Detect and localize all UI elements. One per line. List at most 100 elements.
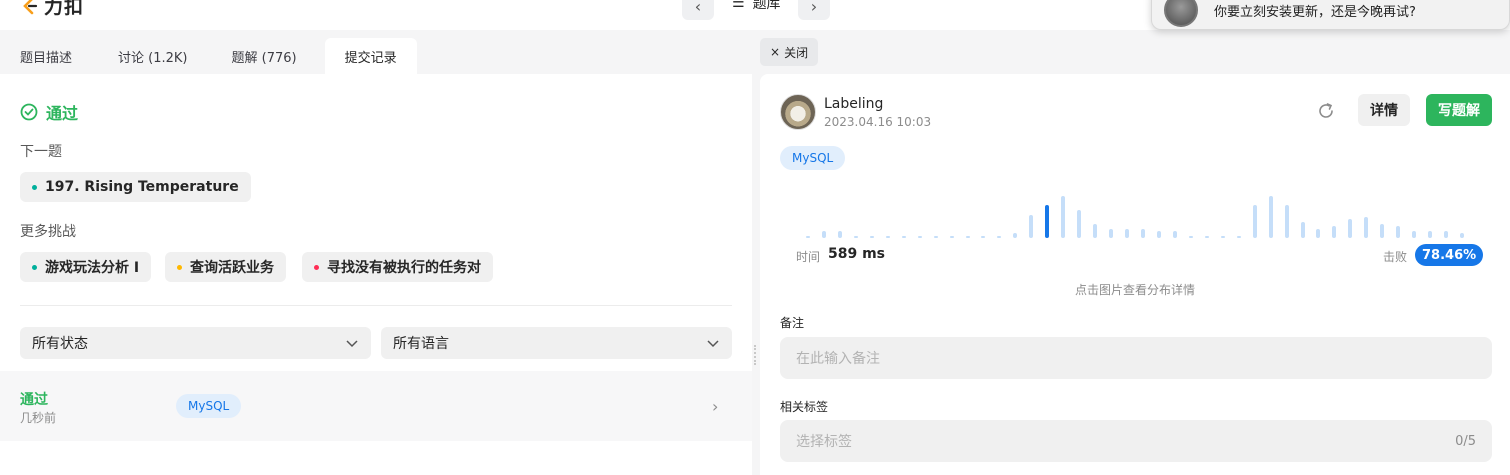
chart-bar (1460, 233, 1465, 238)
status-filter-select[interactable]: 所有状态 (20, 327, 371, 359)
chart-bar (1428, 231, 1433, 238)
chart-bar (1140, 228, 1145, 238)
chart-bar (1188, 235, 1193, 238)
chart-bar (1268, 196, 1273, 238)
chart-bar (1380, 224, 1385, 238)
difficulty-dot (314, 264, 319, 270)
chart-bar (1061, 196, 1066, 238)
chart-bar (1332, 226, 1337, 238)
check-circle-icon (20, 103, 38, 121)
chart-bar (917, 235, 922, 238)
close-button[interactable]: × 关闭 (760, 38, 819, 66)
challenge-chip[interactable]: 查询活跃业务 (165, 252, 286, 282)
logo-text: 力扣 (44, 0, 85, 18)
challenge-chip[interactable]: 寻找没有被执行的任务对 (302, 252, 493, 282)
chart-bar (1220, 235, 1225, 238)
runtime-label: 时间 (796, 250, 821, 264)
chart-bar (981, 235, 986, 238)
chart-bar (1109, 228, 1114, 238)
tags-count: 0/5 (1455, 433, 1476, 449)
list-icon: ☰ (732, 0, 745, 11)
close-label: 关闭 (784, 45, 809, 60)
next-problem-button[interactable]: › (798, 0, 830, 20)
chart-bar (1252, 205, 1257, 238)
submission-row[interactable]: 通过 几秒前 MySQL › (0, 371, 752, 441)
leetcode-logo-icon (23, 0, 38, 14)
submission-date: 2023.04.16 10:03 (824, 115, 932, 129)
chevron-left-icon: ‹ (694, 0, 702, 16)
tags-select[interactable]: 选择标签 0/5 (780, 420, 1492, 462)
chart-bar (1284, 205, 1289, 238)
tab-description[interactable]: 题目描述 (0, 38, 92, 74)
chart-bar (821, 231, 826, 238)
difficulty-dot (177, 264, 182, 270)
chart-bar (1172, 231, 1177, 238)
runtime-value: 589 ms (828, 246, 886, 262)
chart-bar (1412, 231, 1417, 238)
chart-bar (1316, 228, 1321, 238)
challenge-title: 查询活跃业务 (190, 260, 274, 276)
status-filter-value: 所有状态 (32, 336, 88, 352)
submission-panel: 通过 下一题 197. Rising Temperature 更多挑战 游戏玩法… (0, 74, 752, 475)
notification-text: 你要立刻安装更新，还是今晚再试? (1214, 5, 1416, 20)
chevron-right-icon: › (810, 0, 818, 16)
more-challenges-heading: 更多挑战 (20, 224, 76, 240)
chart-bar (1045, 205, 1050, 238)
panel-resize-handle[interactable] (754, 345, 756, 365)
note-label: 备注 (780, 316, 805, 330)
chart-bar (1348, 219, 1353, 238)
language-tag: MySQL (780, 146, 846, 170)
chart-bar (1013, 233, 1018, 238)
chart-bar (949, 235, 954, 238)
difficulty-dot (32, 184, 37, 190)
note-input[interactable]: 在此输入备注 (780, 337, 1492, 379)
chart-bar (1125, 228, 1130, 238)
chart-bar (1396, 226, 1401, 238)
chart-bar (885, 235, 890, 238)
difficulty-dot (32, 264, 37, 270)
language-filter-select[interactable]: 所有语言 (381, 327, 732, 359)
challenge-title: 游戏玩法分析 I (45, 260, 140, 276)
challenge-chip[interactable]: 游戏玩法分析 I (20, 252, 152, 282)
chevron-down-icon (707, 340, 719, 348)
chart-bar (933, 235, 938, 238)
chevron-right-icon: › (712, 397, 719, 416)
chart-bar (1300, 221, 1305, 238)
chart-bar (901, 235, 906, 238)
submission-time: 几秒前 (20, 411, 57, 425)
refresh-icon[interactable] (1315, 100, 1337, 122)
runtime-distribution-chart[interactable] (800, 192, 1470, 238)
accepted-status: 通过 (20, 100, 78, 124)
next-problem-title: 197. Rising Temperature (45, 179, 239, 195)
chart-bar (1236, 235, 1241, 238)
user-name[interactable]: Labeling (824, 96, 883, 112)
chart-bar (1156, 231, 1161, 238)
update-notification[interactable]: 你要立刻安装更新，还是今晚再试? (1151, 0, 1510, 30)
submission-status: 通过 (20, 392, 48, 408)
beats-label: 击败 (1383, 250, 1408, 264)
problem-tabs: 题目描述 讨论 (1.2K) 题解 (776) 提交记录 (0, 38, 752, 74)
accepted-label: 通过 (46, 104, 79, 123)
chart-bar (1077, 210, 1082, 238)
chart-bar (997, 235, 1002, 238)
problem-bank-link[interactable]: ☰ 题库 (732, 0, 781, 13)
chart-bar (837, 231, 842, 238)
tab-solutions[interactable]: 题解 (776) (212, 38, 325, 74)
avatar[interactable] (780, 94, 816, 130)
logo[interactable]: 力扣 (20, 0, 84, 19)
prev-problem-button[interactable]: ‹ (682, 0, 714, 20)
detail-button[interactable]: 详情 (1358, 94, 1410, 126)
tab-discussion[interactable]: 讨论 (1.2K) (92, 38, 211, 74)
tags-placeholder: 选择标签 (796, 434, 852, 450)
divider (20, 305, 732, 306)
chevron-down-icon (346, 340, 358, 348)
language-badge: MySQL (176, 394, 242, 418)
next-problem-chip[interactable]: 197. Rising Temperature (20, 172, 251, 202)
chart-bar (1029, 214, 1034, 238)
chart-bar (965, 235, 970, 238)
tags-label: 相关标签 (780, 400, 829, 414)
beats-percentage: 78.46% (1415, 244, 1484, 266)
write-solution-button[interactable]: 写题解 (1426, 94, 1492, 126)
tab-submissions[interactable]: 提交记录 (324, 38, 417, 74)
chart-hint: 点击图片查看分布详情 (1074, 283, 1195, 297)
